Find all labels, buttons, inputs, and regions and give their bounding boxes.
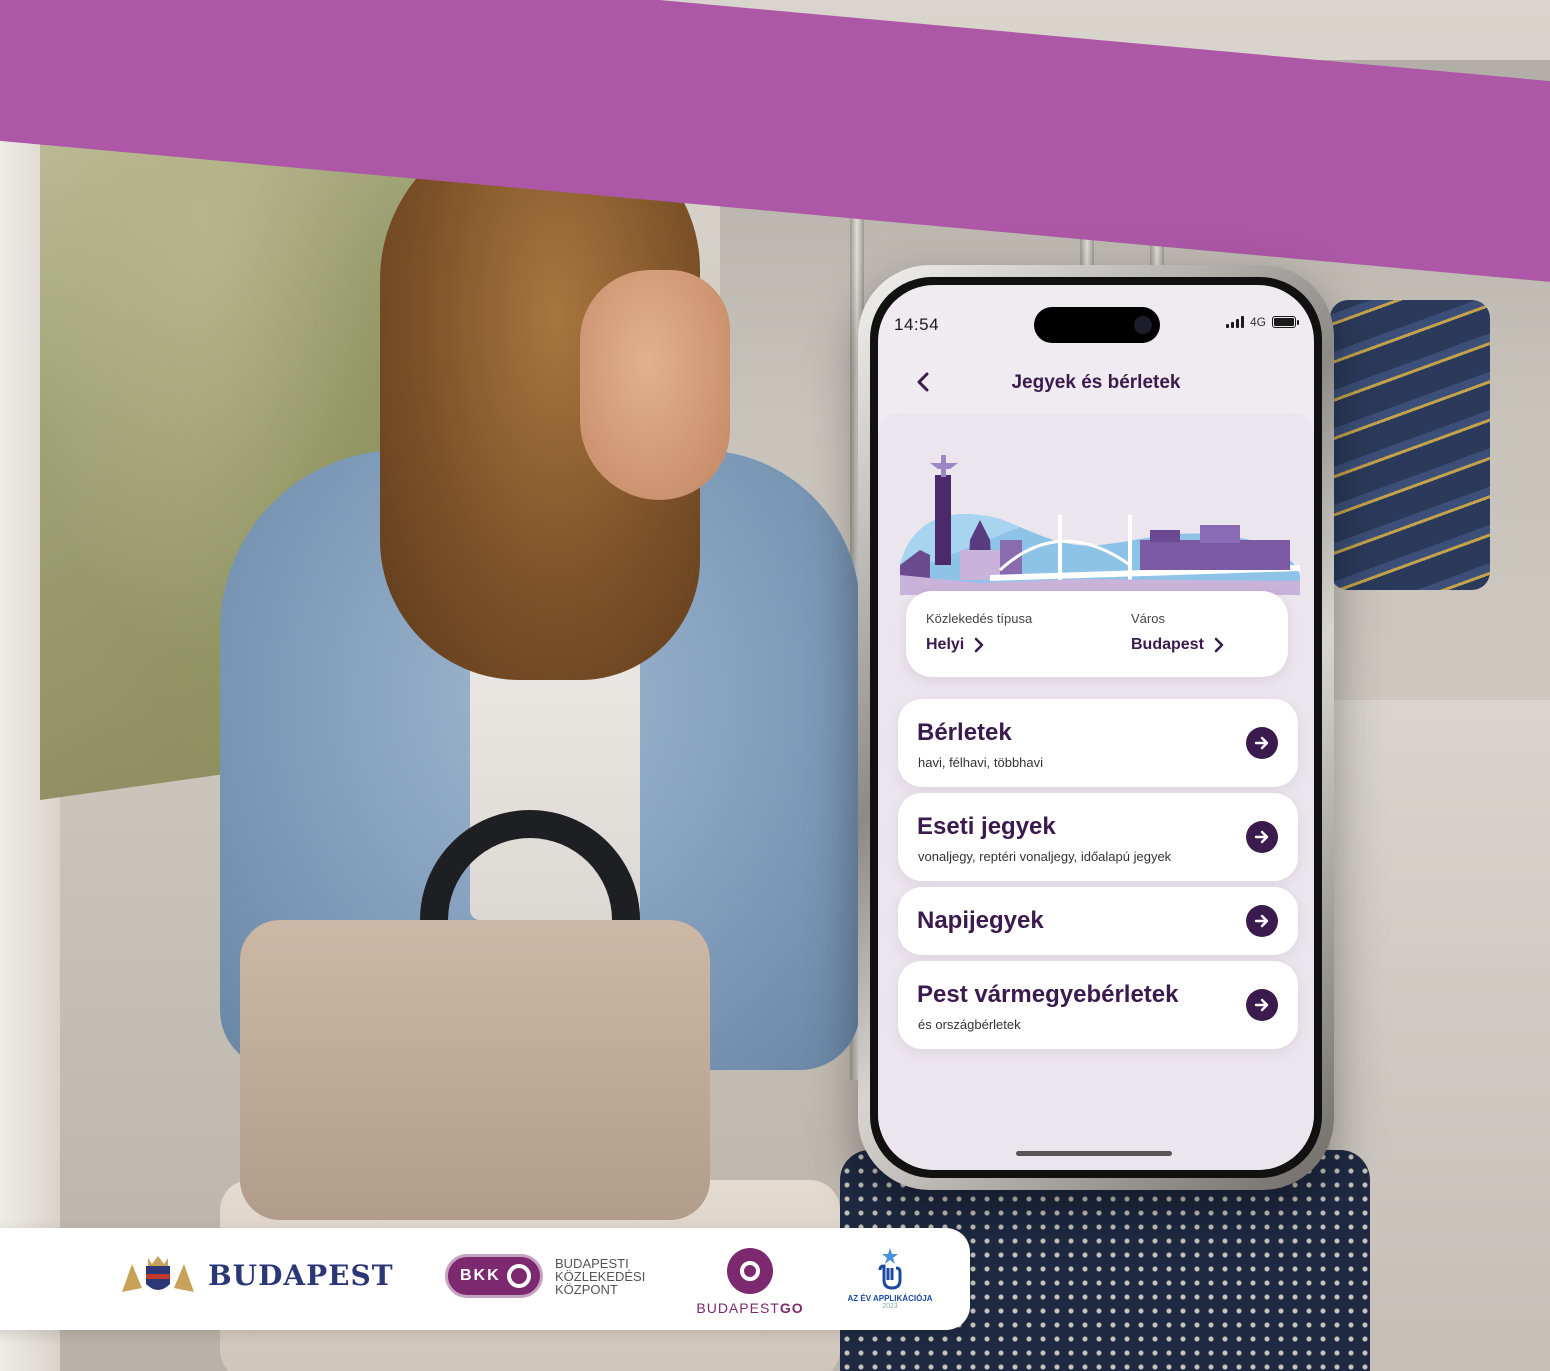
home-indicator[interactable] [1016, 1151, 1172, 1156]
city-label: Város [1131, 611, 1165, 626]
award-label: AZ ÉV APPLIKÁCIÓJA [847, 1294, 933, 1303]
status-bar: 14:54 4G [878, 285, 1314, 345]
menu-item-title: Bérletek [917, 719, 1012, 746]
status-time: 14:54 [894, 315, 940, 334]
budapest-crest-icon [122, 1256, 194, 1292]
arrow-right-icon [1246, 905, 1278, 937]
dynamic-island [1034, 307, 1160, 343]
page-title: Jegyek és bérletek [1011, 372, 1181, 393]
battery-fill [1274, 318, 1294, 326]
face [580, 270, 730, 500]
budapest-skyline-illustration [900, 455, 1300, 595]
partner-logo-bar: BUDAPEST BKK BUDAPESTI KÖZLEKEDÉSI KÖZPO… [0, 1228, 970, 1330]
budapest-logo: BUDAPEST [118, 1250, 394, 1300]
menu-item-berletek[interactable]: Bérletek havi, félhavi, többhavi [898, 699, 1298, 787]
arrow-right-icon [1246, 989, 1278, 1021]
back-button[interactable] [908, 367, 938, 397]
bkk-logo: BKK BUDAPESTI KÖZLEKEDÉSI KÖZPONT [445, 1254, 645, 1298]
bkk-line: KÖZPONT [555, 1281, 618, 1297]
bkk-full-name: BUDAPESTI KÖZLEKEDÉSI KÖZPONT [555, 1257, 645, 1296]
camera-icon [1134, 316, 1152, 334]
budapestgo-circle-icon [727, 1248, 773, 1294]
phone-bezel: 14:54 4G Jegyek és bérletek Közlekedés t… [870, 277, 1322, 1178]
bkk-letters: BKK [460, 1267, 501, 1284]
bkk-line: BUDAPESTI [555, 1255, 629, 1271]
hand-award-icon [878, 1248, 902, 1290]
app-of-the-year-logo: AZ ÉV APPLIKÁCIÓJA 2023 [838, 1246, 942, 1310]
network-label: 4G [1249, 315, 1266, 329]
backpack [240, 920, 710, 1220]
city-value: Budapest [1131, 636, 1204, 653]
bkk-circle-icon [506, 1264, 531, 1288]
city-selector[interactable]: Budapest [1131, 636, 1224, 654]
phone-frame: 14:54 4G Jegyek és bérletek Közlekedés t… [858, 265, 1334, 1190]
menu-item-title: Napijegyek [917, 907, 1044, 934]
menu-item-napijegyek[interactable]: Napijegyek [898, 887, 1298, 955]
transport-type-value: Helyi [926, 636, 965, 653]
budapestgo-wordmark: BUDAPESTGO [696, 1300, 804, 1316]
signal-icon [1225, 316, 1244, 328]
award-year: 2023 [882, 1303, 898, 1310]
bkk-badge: BKK [445, 1254, 543, 1298]
app-header: Jegyek és bérletek [878, 355, 1314, 411]
phone-screen: 14:54 4G Jegyek és bérletek Közlekedés t… [878, 285, 1314, 1170]
menu-item-pest-varmegyeberletek[interactable]: Pest vármegyebérletek és országbérletek [898, 961, 1298, 1049]
tram-seat [1330, 300, 1490, 590]
menu-item-subtitle: vonaljegy, reptéri vonaljegy, időalapú j… [918, 849, 1172, 864]
transport-type-label: Közlekedés típusa [926, 611, 1033, 626]
city-filter: Város Budapest [1131, 611, 1224, 654]
menu-item-eseti-jegyek[interactable]: Eseti jegyek vonaljegy, reptéri vonaljeg… [898, 793, 1298, 881]
transport-type-selector[interactable]: Helyi [926, 636, 1032, 654]
arrow-right-icon [1246, 727, 1278, 759]
status-indicators: 4G [1225, 315, 1299, 329]
chevron-right-icon [975, 637, 984, 653]
bkk-line: KÖZLEKEDÉSI [555, 1268, 646, 1284]
transport-type-filter: Közlekedés típusa Helyi [926, 611, 1032, 654]
menu-item-title: Eseti jegyek [917, 813, 1056, 840]
menu-item-subtitle: havi, félhavi, többhavi [918, 755, 1044, 770]
passenger-woman [200, 120, 860, 1371]
arrow-right-icon [1246, 821, 1278, 853]
chevron-left-icon [917, 372, 929, 392]
filter-card: Közlekedés típusa Helyi Város Budapest [906, 591, 1288, 677]
menu-item-subtitle: és országbérletek [918, 1017, 1021, 1032]
menu-item-title: Pest vármegyebérletek [917, 981, 1179, 1008]
battery-icon [1272, 316, 1299, 328]
chevron-right-icon [1214, 637, 1224, 653]
budapestgo-logo: BUDAPESTGO [690, 1248, 810, 1316]
budapest-wordmark: BUDAPEST [208, 1258, 394, 1292]
